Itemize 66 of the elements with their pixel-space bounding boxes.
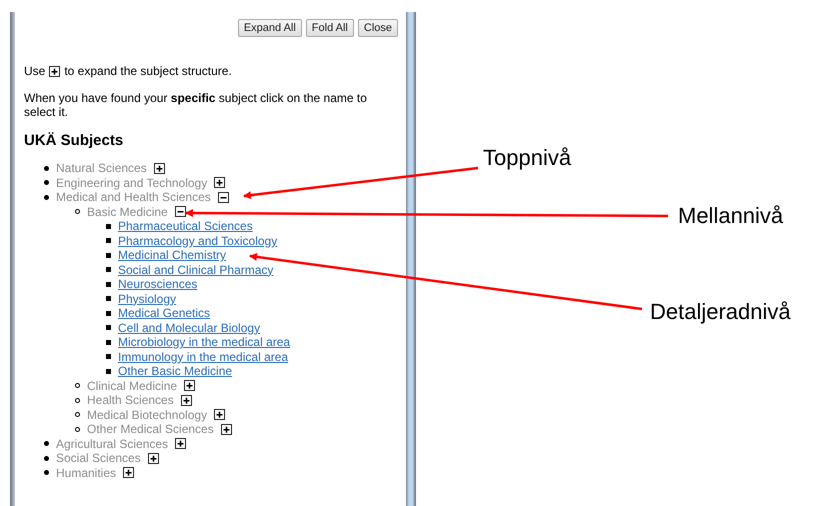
expand-icon[interactable]: [180, 394, 192, 406]
category-label[interactable]: Medical and Health Sciences: [56, 190, 211, 204]
category-label[interactable]: Humanities: [56, 466, 116, 480]
category-label[interactable]: Clinical Medicine: [87, 378, 178, 393]
bullet-icon: [44, 441, 48, 446]
subject-link[interactable]: Medical Genetics: [118, 306, 210, 320]
expand-icon[interactable]: [214, 177, 226, 188]
category-label[interactable]: Social Sciences: [56, 451, 141, 466]
annotation-label: Detaljeradnivå: [650, 299, 791, 325]
square-bullet-icon: [106, 238, 110, 244]
subject-link[interactable]: Pharmaceutical Sciences: [118, 219, 253, 234]
square-bullet-icon: [106, 224, 110, 229]
expand-icon[interactable]: [175, 438, 186, 450]
category-label[interactable]: Agricultural Sciences: [56, 436, 168, 451]
subject-link[interactable]: Medicinal Chemistry: [118, 248, 226, 262]
circle-bullet-icon: [74, 209, 80, 214]
category-label[interactable]: Basic Medicine: [87, 204, 168, 219]
square-bullet-icon: [106, 310, 110, 316]
intro-text: Use: [24, 64, 46, 78]
circle-bullet-icon: [74, 383, 80, 388]
collapse-icon[interactable]: [174, 206, 186, 218]
expand-icon[interactable]: [123, 467, 134, 478]
subject-link[interactable]: Microbiology in the medical area: [118, 335, 290, 350]
expand-icon[interactable]: [220, 424, 232, 435]
expand-icon[interactable]: [148, 452, 159, 464]
square-bullet-icon: [106, 354, 110, 360]
toolbar-button[interactable]: Fold All: [306, 19, 354, 37]
category-label[interactable]: Medical Biotechnology: [87, 408, 208, 422]
subject-link[interactable]: Pharmacology and Toxicology: [118, 234, 278, 248]
subject-link[interactable]: Physiology: [118, 292, 176, 306]
intro-text: to expand the subject structure.: [64, 64, 232, 78]
circle-bullet-icon: [74, 412, 80, 418]
toolbar-button[interactable]: Close: [358, 19, 398, 37]
expand-icon[interactable]: [154, 162, 165, 174]
expand-icon[interactable]: [49, 66, 60, 76]
annotation-label: Mellannivå: [678, 203, 784, 229]
subject-link[interactable]: Immunology in the medical area: [118, 350, 288, 364]
category-label[interactable]: Health Sciences: [87, 393, 174, 408]
bullet-icon: [44, 180, 48, 186]
subject-link[interactable]: Neurosciences: [118, 277, 198, 292]
annotation-label: Toppnivå: [483, 145, 572, 171]
bullet-icon: [44, 470, 48, 476]
square-bullet-icon: [106, 368, 110, 374]
circle-bullet-icon: [74, 398, 80, 403]
category-label[interactable]: Engineering and Technology: [56, 176, 208, 190]
square-bullet-icon: [106, 340, 110, 345]
square-bullet-icon: [106, 252, 110, 258]
expand-icon[interactable]: [184, 380, 196, 392]
category-label[interactable]: Other Medical Sciences: [87, 422, 214, 436]
bullet-icon: [44, 166, 48, 171]
collapse-icon[interactable]: [218, 192, 229, 203]
circle-bullet-icon: [74, 426, 80, 432]
section-heading: UKÄ Subjects: [24, 132, 124, 149]
square-bullet-icon: [106, 267, 110, 272]
square-bullet-icon: [106, 282, 110, 287]
subject-link[interactable]: Social and Clinical Pharmacy: [118, 262, 274, 277]
subject-link[interactable]: Other Basic Medicine: [118, 364, 232, 378]
bullet-icon: [44, 456, 48, 461]
expand-icon[interactable]: [214, 409, 226, 420]
square-bullet-icon: [106, 325, 110, 330]
subject-link[interactable]: Cell and Molecular Biology: [118, 320, 260, 335]
instruction-text: When you have found your specific subject click on the name to select it.: [24, 91, 368, 119]
bullet-icon: [44, 194, 48, 200]
toolbar-button[interactable]: Expand All: [238, 19, 302, 37]
category-label[interactable]: Natural Sciences: [56, 161, 147, 176]
square-bullet-icon: [106, 296, 110, 302]
